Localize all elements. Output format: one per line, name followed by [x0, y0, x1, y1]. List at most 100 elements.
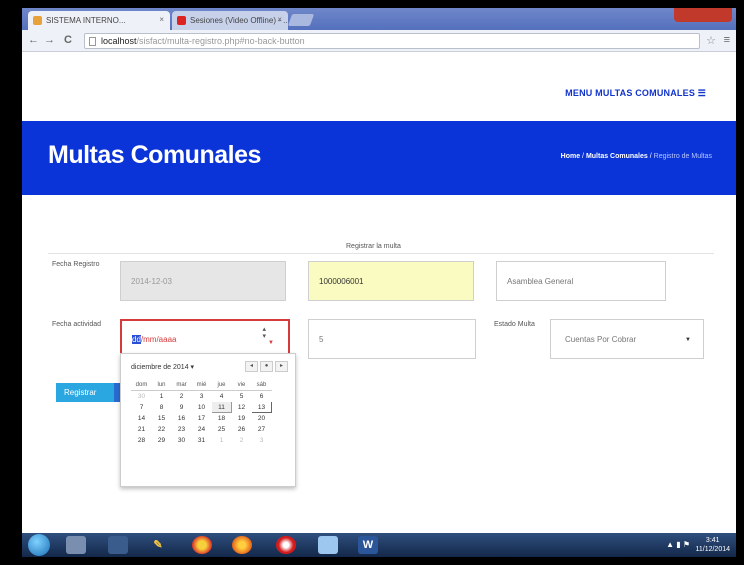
window-controls[interactable]: [674, 8, 732, 22]
calendar-grid: dom lun mar mié jue vie sáb 30 1 2 3 4 5…: [131, 379, 272, 446]
codigo-field[interactable]: 1000006001: [308, 261, 474, 301]
date-rest-segment[interactable]: /mm/aaaa: [141, 335, 177, 344]
chrome-menu-icon[interactable]: ≡: [724, 34, 730, 46]
system-tray[interactable]: ▲ ▮ ⚑: [666, 540, 690, 549]
bookmark-star-icon[interactable]: ☆: [706, 34, 716, 47]
calendar-prev-button[interactable]: ◂: [245, 361, 258, 372]
explorer-icon[interactable]: [66, 536, 86, 554]
calendar-day[interactable]: 14: [131, 412, 152, 424]
address-bar[interactable]: localhost/sisfact/multa-registro.php#no-…: [84, 33, 700, 49]
monto-field[interactable]: 5: [308, 319, 476, 359]
breadcrumb-current: Registro de Multas: [653, 153, 712, 160]
taskbar: ✎ W ▲ ▮ ⚑ 3:41 11/12/2014: [22, 533, 736, 557]
calendar-day[interactable]: 24: [191, 423, 212, 435]
reload-icon[interactable]: C: [64, 34, 72, 46]
url-host: localhost: [101, 36, 137, 46]
tab-close-icon[interactable]: ×: [277, 15, 282, 24]
back-arrow-icon[interactable]: ←: [28, 34, 39, 46]
registrar-button[interactable]: Registrar: [56, 383, 114, 402]
calendar-day[interactable]: 20: [251, 412, 272, 424]
clock-date: 11/12/2014: [695, 546, 730, 553]
new-tab-button[interactable]: [287, 14, 315, 26]
tab-title: Sesiones (Video Offline) - ...: [190, 16, 288, 25]
taskbar-clock[interactable]: 3:41 11/12/2014: [695, 536, 730, 554]
date-spinner-icon[interactable]: ▴ ▾: [262, 326, 266, 340]
web-page: MENU MULTAS COMUNALES ☰ Multas Comunales…: [22, 53, 736, 533]
calendar-day[interactable]: 30: [131, 390, 152, 402]
tab-close-icon[interactable]: ×: [159, 15, 164, 24]
calendar-day[interactable]: 31: [191, 434, 212, 446]
tab-sesiones[interactable]: Sesiones (Video Offline) - ... ×: [172, 11, 288, 30]
date-day-segment[interactable]: dd: [132, 335, 141, 344]
page-icon: [89, 37, 96, 46]
calendar-day[interactable]: 17: [191, 412, 212, 424]
clock-time: 3:41: [705, 537, 720, 544]
estado-value: Cuentas Por Cobrar: [565, 335, 637, 344]
calendar-day[interactable]: 4: [211, 390, 232, 402]
weekday-header: jue: [211, 379, 232, 391]
opera-icon[interactable]: [276, 536, 296, 554]
calendar-day[interactable]: 7: [131, 401, 152, 413]
calendar-day[interactable]: 18: [211, 412, 232, 424]
calendar-day[interactable]: 6: [251, 390, 272, 402]
calendar-day[interactable]: 29: [151, 434, 172, 446]
calendar-day[interactable]: 25: [211, 423, 232, 435]
breadcrumb-section[interactable]: Multas Comunales: [586, 153, 648, 160]
chevron-down-icon: ▼: [685, 337, 691, 343]
calendar-today-button[interactable]: ●: [260, 361, 273, 372]
estado-select[interactable]: Cuentas Por Cobrar ▼: [550, 319, 704, 359]
calendar-day[interactable]: 9: [171, 401, 192, 413]
breadcrumb-home[interactable]: Home: [561, 153, 580, 160]
weekday-header: mar: [171, 379, 192, 391]
calendar-day[interactable]: 5: [231, 390, 252, 402]
calendar-day[interactable]: 12: [231, 401, 252, 413]
page-title: Multas Comunales: [48, 141, 261, 169]
calendar-day[interactable]: 2: [171, 390, 192, 402]
calendar-day[interactable]: 27: [251, 423, 272, 435]
url-path: /sisfact/multa-registro.php#no-back-butt…: [136, 36, 305, 46]
calendar-day[interactable]: 26: [231, 423, 252, 435]
breadcrumb: Home / Multas Comunales / Registro de Mu…: [561, 153, 712, 160]
motivo-field[interactable]: Asamblea General: [496, 261, 666, 301]
weekday-header: lun: [151, 379, 172, 391]
calendar-day[interactable]: 3: [191, 390, 212, 402]
calendar-day[interactable]: 15: [151, 412, 172, 424]
calendar-day[interactable]: 2: [231, 434, 252, 446]
fecha-actividad-label: Fecha actividad: [52, 321, 102, 328]
forward-arrow-icon[interactable]: →: [44, 34, 55, 46]
calendar-day[interactable]: 28: [131, 434, 152, 446]
calendar-day[interactable]: 3: [251, 434, 272, 446]
calendar-day[interactable]: 16: [171, 412, 192, 424]
tab-sistema[interactable]: SISTEMA INTERNO... ×: [28, 11, 170, 30]
media-icon[interactable]: [108, 536, 128, 554]
virtualbox-icon[interactable]: [318, 536, 338, 554]
calendar-day[interactable]: 1: [151, 390, 172, 402]
calendar-next-button[interactable]: ▸: [275, 361, 288, 372]
calendar-day-today[interactable]: 11: [211, 401, 232, 413]
weekday-header: sáb: [251, 379, 272, 391]
calendar-day[interactable]: 30: [171, 434, 192, 446]
date-dropdown-icon[interactable]: ▼: [268, 340, 274, 346]
calendar-day[interactable]: 22: [151, 423, 172, 435]
estado-label: Estado Multa: [494, 321, 535, 328]
calendar-day[interactable]: 8: [151, 401, 172, 413]
calendar-month-select[interactable]: diciembre de 2014 ▾: [131, 363, 194, 371]
paint-icon[interactable]: ✎: [148, 536, 168, 554]
weekday-header: dom: [131, 379, 152, 391]
chrome-icon[interactable]: [192, 536, 212, 554]
start-button[interactable]: [28, 534, 50, 556]
browser-toolbar: ← → C localhost/sisfact/multa-registro.p…: [22, 30, 736, 52]
calendar-day[interactable]: 19: [231, 412, 252, 424]
top-menu-link[interactable]: MENU MULTAS COMUNALES ☰: [565, 88, 706, 99]
calendar-day[interactable]: 23: [171, 423, 192, 435]
youtube-favicon-icon: [177, 16, 186, 25]
divider: [48, 253, 714, 254]
calendar-day-selected[interactable]: 13: [251, 401, 272, 413]
fecha-registro-field: 2014-12-03: [120, 261, 286, 301]
calendar-day[interactable]: 1: [211, 434, 232, 446]
firefox-icon[interactable]: [232, 536, 252, 554]
screen: SISTEMA INTERNO... × Sesiones (Video Off…: [22, 8, 736, 557]
word-icon[interactable]: W: [358, 536, 378, 554]
calendar-day[interactable]: 21: [131, 423, 152, 435]
calendar-day[interactable]: 10: [191, 401, 212, 413]
